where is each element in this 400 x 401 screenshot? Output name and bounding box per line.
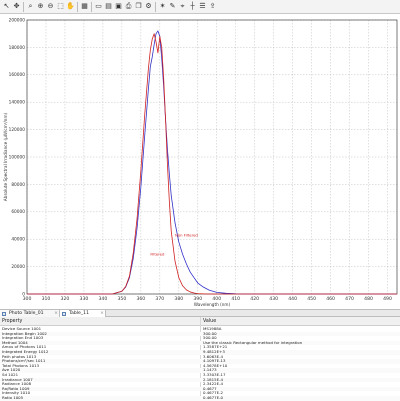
toolbar-separator — [91, 2, 92, 12]
zoom-icon[interactable]: ⌕ — [26, 2, 35, 11]
y-tick-label: 20000 — [11, 264, 25, 270]
y-tick-label: 180000 — [9, 45, 26, 51]
toolbar-separator — [77, 2, 78, 12]
column-header-property[interactable]: Property — [0, 317, 22, 326]
y-tick-label: 100000 — [9, 154, 26, 160]
zoom-rect-icon[interactable]: ⬚ — [56, 2, 65, 11]
arrow-tool-icon[interactable]: ↖ — [2, 2, 11, 11]
export-icon[interactable]: ⇪ — [208, 2, 217, 11]
tab-table-11[interactable]: Table_11 × — [60, 310, 106, 317]
x-tick-label: 330 — [80, 296, 89, 302]
tab-label: Photo Table_01 — [9, 311, 44, 316]
save-icon[interactable]: ▣ — [114, 2, 123, 11]
x-tick-label: 490 — [383, 296, 392, 302]
y-tick-label: 140000 — [9, 100, 26, 106]
x-tick-label: 430 — [269, 296, 278, 302]
zoom-in-icon[interactable]: ⊕ — [36, 2, 45, 11]
series-annotation: Non Filtered — [175, 232, 198, 237]
x-tick-label: 320 — [61, 296, 70, 302]
copy-icon[interactable]: ❐ — [134, 2, 143, 11]
move-tool-icon[interactable]: ✥ — [12, 2, 21, 11]
table-icon[interactable]: ▤ — [104, 2, 113, 11]
marker-icon[interactable]: ⌖ — [178, 2, 187, 11]
close-icon[interactable]: × — [100, 310, 104, 317]
x-tick-label: 310 — [42, 296, 51, 302]
legend-icon[interactable]: ☰ — [198, 2, 207, 11]
series-annotation: Filtered — [150, 252, 165, 257]
x-tick-label: 420 — [250, 296, 259, 302]
zoom-out-icon[interactable]: ⊖ — [46, 2, 55, 11]
cursor-icon[interactable]: ┼ — [188, 2, 197, 11]
tab-photo-table[interactable]: Photo Table_01 × — [0, 310, 60, 317]
column-header-value[interactable]: Value — [201, 317, 216, 326]
x-tick-label: 380 — [174, 296, 183, 302]
x-tick-label: 350 — [117, 296, 126, 302]
y-tick-label: 200000 — [9, 17, 26, 23]
y-tick-label: 80000 — [11, 182, 25, 188]
y-tick-label: 120000 — [9, 127, 26, 133]
toolbar-separator — [23, 2, 24, 12]
peak-tool-icon[interactable]: ✶ — [158, 2, 167, 11]
x-axis-label: Wavelength (nm) — [194, 302, 231, 307]
x-tick-label: 460 — [326, 296, 335, 302]
close-icon[interactable]: × — [54, 310, 58, 317]
settings-icon[interactable]: ⚙ — [144, 2, 153, 11]
y-tick-label: 60000 — [11, 209, 25, 215]
x-tick-label: 450 — [307, 296, 316, 302]
x-tick-label: 470 — [345, 296, 354, 302]
tab-label: Table_11 — [69, 311, 90, 316]
x-tick-label: 340 — [99, 296, 108, 302]
x-tick-label: 440 — [288, 296, 297, 302]
annotate-icon[interactable]: ✎ — [168, 2, 177, 11]
spectrum-chart: 0200004000060000800001000001200001400001… — [0, 14, 400, 309]
x-tick-label: 300 — [23, 296, 32, 302]
y-axis-label: Absolute Spectral Irradiance (µW/cm²/nm) — [3, 112, 8, 201]
grid-toggle-icon[interactable]: ▦ — [80, 2, 89, 11]
select-icon[interactable]: ▭ — [94, 2, 103, 11]
plot-background — [0, 14, 400, 309]
y-tick-label: 40000 — [11, 237, 25, 243]
x-tick-label: 480 — [364, 296, 373, 302]
print-icon[interactable]: ⎙ — [124, 2, 133, 11]
y-tick-label: 160000 — [9, 72, 26, 78]
table-icon — [2, 311, 6, 316]
x-tick-label: 410 — [231, 296, 240, 302]
table-icon — [62, 311, 66, 316]
x-tick-label: 360 — [136, 296, 145, 302]
tab-bar: Photo Table_01 × Table_11 × — [0, 309, 400, 317]
toolbar: ↖ ✥ ⌕ ⊕ ⊖ ⬚ ✋ ▦ ▭ ▤ ▣ ⎙ ❐ ⚙ ✶ ✎ ⌖ ┼ ☰ ⇪ — [0, 0, 400, 14]
x-tick-label: 370 — [155, 296, 164, 302]
hand-icon[interactable]: ✋ — [66, 2, 75, 11]
properties-grid: Property Value Device Source 1001 MS1988A… — [0, 317, 400, 401]
toolbar-separator — [155, 2, 156, 12]
